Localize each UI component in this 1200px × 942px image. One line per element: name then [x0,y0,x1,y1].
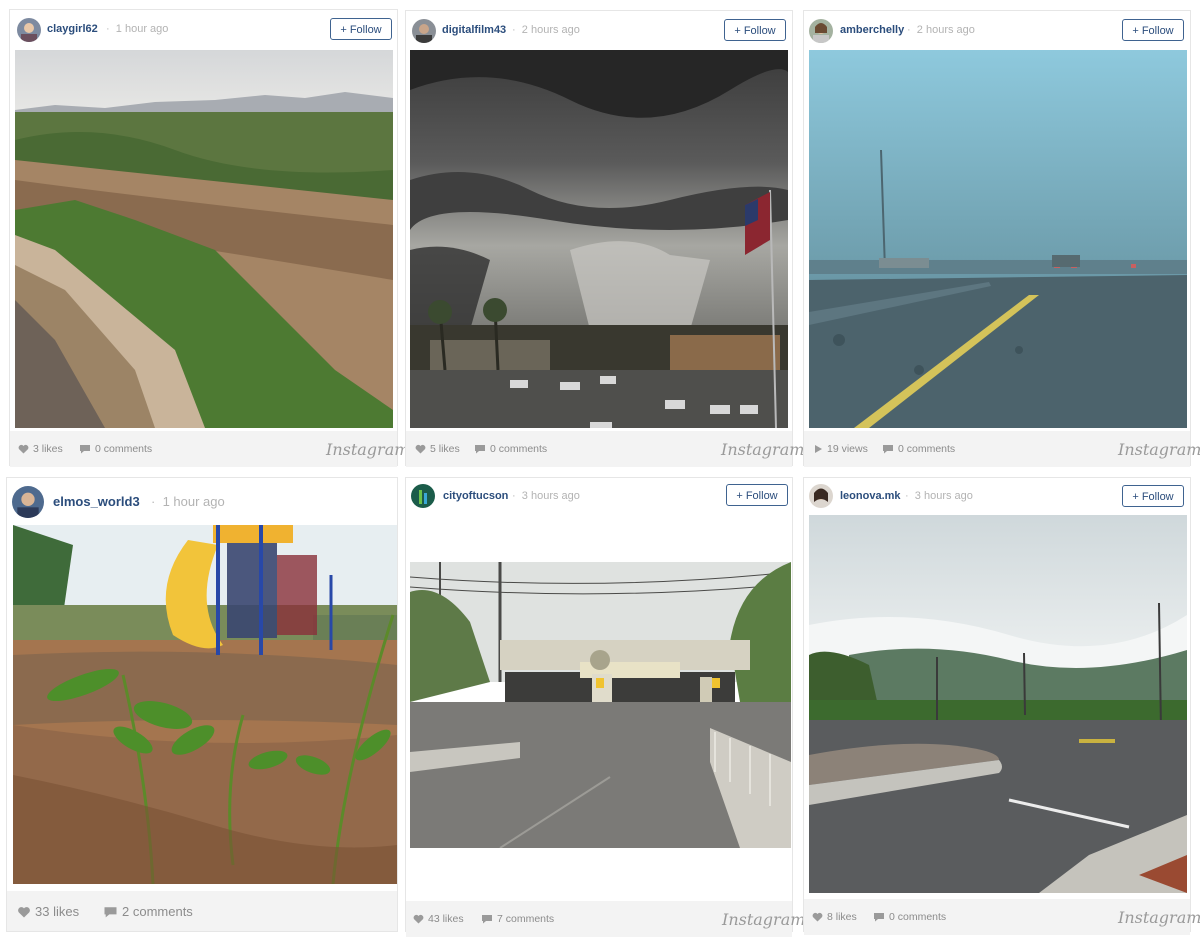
post-footer: 8 likes 0 comments Instagram [804,899,1200,935]
speech-bubble-icon [104,906,117,917]
avatar[interactable] [17,18,41,42]
instagram-logo: Instagram [1118,908,1200,927]
post-footer: 19 views 0 comments Instagram [804,431,1200,467]
heart-icon [18,444,29,454]
comment-count[interactable]: 0 comments [882,443,955,455]
heart-icon [812,912,823,922]
follow-button[interactable]: + Follow [726,484,788,506]
post-card: claygirl62 · 1 hour ago + Follow 3 likes [9,9,409,467]
timestamp: · 1 hour ago [106,23,169,35]
comment-count[interactable]: 7 comments [481,913,554,925]
post-header: claygirl62 · 1 hour ago + Follow [10,10,397,46]
heart-icon [413,914,424,924]
speech-bubble-icon [482,915,492,924]
post-footer: 33 likes 2 comments [7,891,397,931]
heart-icon [415,444,426,454]
post-header: cityoftucson · 3 hours ago + Follow [406,478,792,514]
timestamp: · 1 hour ago [151,494,225,509]
avatar[interactable] [12,486,44,518]
comment-count[interactable]: 0 comments [873,911,946,923]
post-photo[interactable] [809,50,1187,428]
avatar[interactable] [411,484,435,508]
post-header: elmos_world3 · 1 hour ago [7,478,397,522]
post-photo[interactable] [410,562,791,848]
follow-button[interactable]: + Follow [724,19,786,41]
post-photo[interactable] [15,50,393,428]
username[interactable]: leonova.mk [840,490,901,502]
post-footer: 5 likes 0 comments Instagram [406,431,804,467]
speech-bubble-icon [874,913,884,922]
post-header: leonova.mk · 3 hours ago + Follow [804,478,1190,514]
timestamp: · 2 hours ago [512,24,580,36]
like-count[interactable]: 5 likes [415,443,460,455]
post-card: amberchelly · 2 hours ago + Follow 19 vi… [803,10,1200,467]
heart-icon [18,906,30,917]
avatar[interactable] [809,19,833,43]
username[interactable]: claygirl62 [47,23,98,35]
post-card: digitalfilm43 · 2 hours ago + Follow 5 l… [405,10,804,467]
instagram-logo: Instagram [722,910,806,929]
post-card: leonova.mk · 3 hours ago + Follow 8 like… [803,477,1200,935]
speech-bubble-icon [883,445,893,454]
post-footer: 3 likes 0 comments Instagram [10,431,409,467]
username[interactable]: digitalfilm43 [442,24,506,36]
instagram-logo: Instagram [721,440,805,459]
speech-bubble-icon [475,445,485,454]
like-count[interactable]: 33 likes [17,904,79,919]
instagram-logo: Instagram [326,440,410,459]
avatar[interactable] [809,484,833,508]
instagram-logo: Instagram [1118,440,1200,459]
post-header: digitalfilm43 · 2 hours ago + Follow [406,11,792,47]
comment-count[interactable]: 0 comments [79,443,152,455]
post-header: amberchelly · 2 hours ago + Follow [804,11,1190,47]
username[interactable]: amberchelly [840,24,904,36]
comment-count[interactable]: 2 comments [103,904,193,919]
timestamp: · 2 hours ago [907,24,975,36]
avatar[interactable] [412,19,436,43]
like-count[interactable]: 3 likes [18,443,63,455]
username[interactable]: cityoftucson [443,490,508,502]
timestamp: · 3 hours ago [905,490,973,502]
like-count[interactable]: 8 likes [812,911,857,923]
post-photo[interactable] [809,515,1187,893]
comment-count[interactable]: 0 comments [474,443,547,455]
follow-button[interactable]: + Follow [330,18,392,40]
timestamp: · 3 hours ago [512,490,580,502]
play-icon [815,445,822,453]
post-card: cityoftucson · 3 hours ago + Follow 43 l… [405,477,805,937]
follow-button[interactable]: + Follow [1122,19,1184,41]
like-count[interactable]: 43 likes [413,913,464,925]
post-photo[interactable] [410,50,788,428]
follow-button[interactable]: + Follow [1122,485,1184,507]
username[interactable]: elmos_world3 [53,494,140,509]
speech-bubble-icon [80,445,90,454]
view-count[interactable]: 19 views [814,443,868,455]
post-card: elmos_world3 · 1 hour ago 33 likes 2 com… [6,477,398,932]
post-photo[interactable] [13,525,397,884]
post-footer: 43 likes 7 comments Instagram [406,901,805,937]
